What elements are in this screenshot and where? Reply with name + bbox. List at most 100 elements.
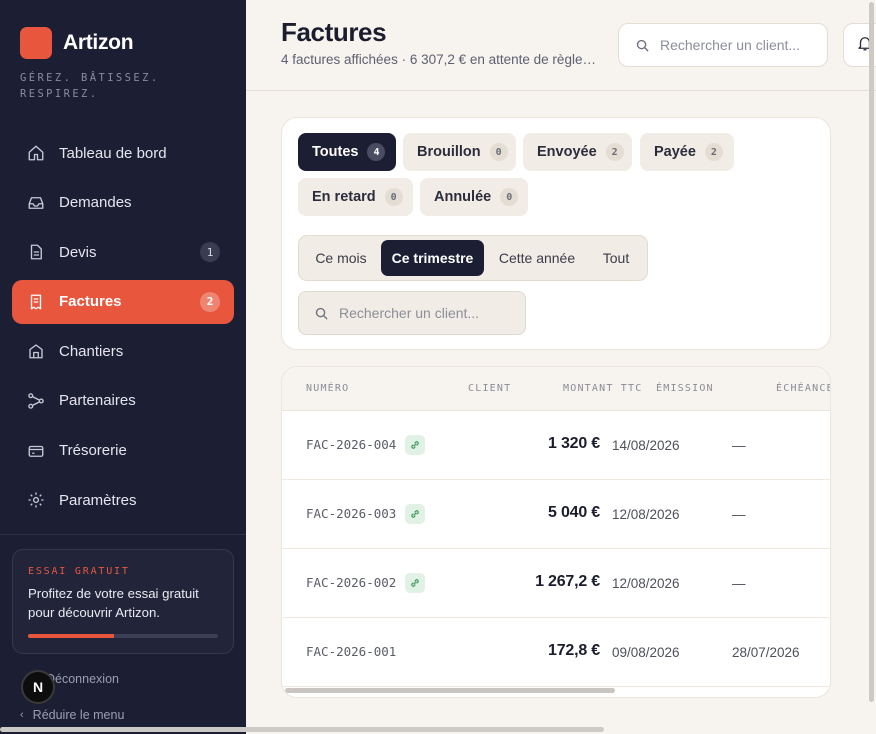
period-tout[interactable]: Tout [589,240,643,276]
page-subtitle: 4 factures affichées · 6 307,2 € en atte… [281,52,601,67]
sidebar-item-chantiers[interactable]: Chantiers [12,329,234,373]
filter-chip-annulee[interactable]: Annulée 0 [420,178,528,216]
filter-chip-count: 0 [489,143,508,161]
avatar[interactable]: N [21,670,55,704]
header-search-input[interactable] [660,37,820,53]
trial-card[interactable]: ESSAI GRATUIT Profitez de votre essai gr… [12,549,234,654]
filter-chip-count: 0 [500,188,519,206]
header-search[interactable] [618,23,828,67]
invoice-due-date: — [732,507,746,522]
page-vertical-scrollbar[interactable] [868,0,875,702]
filter-chip-label: Annulée [434,189,492,205]
search-icon [314,306,329,321]
collapse-menu-button[interactable]: ‹ Réduire le menu [20,708,124,722]
trial-text: Profitez de votre essai gratuit pour déc… [28,586,199,620]
sidebar-item-label: Trésorerie [59,442,127,460]
filter-chip-brouillon[interactable]: Brouillon 0 [403,133,516,171]
sidebar-item-tableau-de-bord[interactable]: Tableau de bord [12,131,234,175]
table-row[interactable]: FAC-2026-001 172,8 € 09/08/2026 28/07/20… [282,618,830,687]
collapse-menu-label: Réduire le menu [32,708,125,722]
nav-count-badge: 2 [200,291,220,312]
sidebar-item-devis[interactable]: Devis 1 [12,230,234,274]
network-icon [26,391,46,411]
sidebar-item-label: Chantiers [59,342,124,360]
sidebar-item-label: Factures [59,293,122,311]
credit-card-icon [26,441,46,461]
invoice-due-date: — [732,576,746,591]
sidebar-item-label: Demandes [59,194,132,212]
table-horizontal-scrollbar[interactable] [285,688,615,693]
trial-progress-fill [28,634,114,638]
table-row[interactable]: FAC-2026-003 5 040 € 12/08/2026 — [282,480,830,549]
invoice-number: FAC-2026-001 [306,644,397,659]
invoice-due-date: — [732,438,746,453]
sidebar-item-tresorerie[interactable]: Trésorerie [12,429,234,473]
column-header-echeance[interactable]: ÉCHÉANCE [776,383,830,394]
client-search-input[interactable] [339,305,499,321]
link-icon[interactable] [405,573,425,593]
invoice-issued-date: 12/08/2026 [612,576,680,591]
brand[interactable]: Artizon [20,27,134,59]
invoice-amount: 1 267,2 € [535,573,600,590]
period-cette-annee[interactable]: Cette année [487,240,587,276]
sidebar: Artizon GÉREZ. BÂTISSEZ. RESPIREZ. Table… [0,0,246,734]
chevron-left-icon: ‹ [20,709,24,721]
filter-chip-count: 0 [384,188,403,206]
filter-chip-count: 2 [605,143,624,161]
period-ce-trimestre[interactable]: Ce trimestre [381,240,484,276]
filter-chip-label: Envoyée [537,144,597,160]
column-header-montant[interactable]: MONTANT TTC [563,383,642,394]
filter-chip-envoyee[interactable]: Envoyée 2 [523,133,632,171]
column-header-numero[interactable]: NUMÉRO [306,383,349,394]
period-ce-mois[interactable]: Ce mois [303,240,379,276]
sidebar-item-factures[interactable]: Factures 2 [12,279,234,324]
table-header: NUMÉRO CLIENT MONTANT TTC ÉMISSION ÉCHÉA… [282,367,830,411]
sidebar-item-label: Devis [59,243,97,261]
client-search[interactable] [298,291,526,335]
document-icon [26,242,46,262]
invoices-table: NUMÉRO CLIENT MONTANT TTC ÉMISSION ÉCHÉA… [281,366,831,698]
invoice-issued-date: 09/08/2026 [612,645,680,660]
filter-chip-count: 4 [367,143,386,161]
nav-count-badge: 1 [200,242,220,263]
trial-progress-bar [28,634,218,638]
filter-chip-toutes[interactable]: Toutes 4 [298,133,396,171]
sidebar-item-label: Tableau de bord [59,144,167,162]
filter-chip-en-retard[interactable]: En retard 0 [298,178,413,216]
table-row[interactable]: FAC-2026-002 1 267,2 € 12/08/2026 — [282,549,830,618]
invoice-amount: 1 320 € [548,435,600,452]
building-icon [26,341,46,361]
sidebar-item-label: Partenaires [59,392,136,410]
page-title: Factures [281,17,387,47]
invoice-number: FAC-2026-004 [306,437,397,452]
invoice-amount: 172,8 € [548,642,600,659]
filter-chip-payee[interactable]: Payée 2 [640,133,734,171]
column-header-client[interactable]: CLIENT [468,383,511,394]
table-row[interactable]: FAC-2026-004 1 320 € 14/08/2026 — [282,411,830,480]
invoice-issued-date: 12/08/2026 [612,507,680,522]
invoice-amount: 5 040 € [548,504,600,521]
filter-chip-label: Payée [654,144,696,160]
link-icon[interactable] [405,435,425,455]
invoice-number: FAC-2026-003 [306,506,397,521]
filter-chip-count: 2 [704,143,723,161]
link-icon[interactable] [405,504,425,524]
sidebar-item-label: Paramètres [59,491,137,509]
scrollbar-thumb[interactable] [869,2,874,702]
receipt-icon [26,292,46,312]
search-icon [635,38,650,53]
brand-logo [20,27,52,59]
invoice-number: FAC-2026-002 [306,575,397,590]
page-horizontal-scrollbar[interactable] [0,727,604,732]
sidebar-item-demandes[interactable]: Demandes [12,181,234,225]
invoice-issued-date: 14/08/2026 [612,438,680,453]
sidebar-item-partenaires[interactable]: Partenaires [12,379,234,423]
gear-icon [26,490,46,510]
filter-chip-label: Brouillon [417,144,481,160]
inbox-icon [26,193,46,213]
sidebar-item-parametres[interactable]: Paramètres [12,478,234,522]
sidebar-nav: Tableau de bord Demandes Devis 1 Facture… [12,131,234,528]
filter-chip-label: Toutes [312,144,359,160]
filters-card: Toutes 4 Brouillon 0 Envoyée 2 Payée 2 E… [281,117,831,350]
column-header-emission[interactable]: ÉMISSION [656,383,714,394]
